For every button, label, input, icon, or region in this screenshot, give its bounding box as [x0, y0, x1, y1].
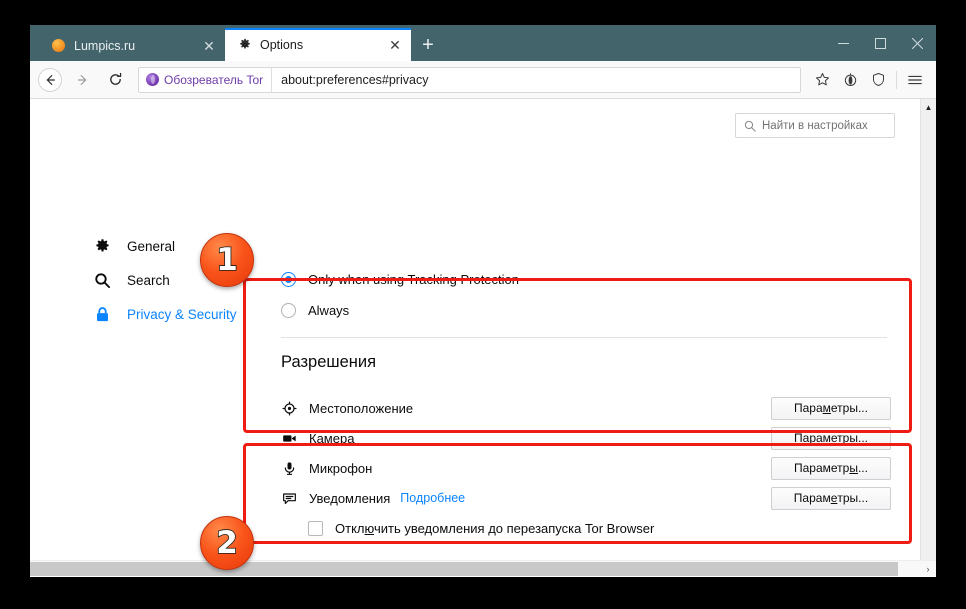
- notification-icon: [281, 490, 297, 506]
- screen-background: Lumpics.ru ✕ Options ✕ + Обозреватель To…: [0, 0, 966, 609]
- radio-label: Only when using Tracking Protection: [308, 272, 519, 287]
- notifications-learn-more-link[interactable]: Подробнее: [400, 491, 465, 505]
- window-controls: [825, 25, 936, 61]
- back-button-icon[interactable]: [38, 67, 62, 92]
- btn-text-post: раметры...: [809, 431, 868, 445]
- tab-options[interactable]: Options ✕: [225, 28, 411, 61]
- tab-strip: Lumpics.ru ✕ Options ✕ +: [30, 25, 445, 61]
- radio-button[interactable]: [281, 272, 296, 287]
- content-viewport: Найти в настройках General Search Privac…: [30, 99, 936, 576]
- annotation-badge-2: 2: [200, 516, 254, 570]
- microphone-icon: [281, 460, 297, 476]
- btn-accesskey: а: [802, 431, 810, 445]
- toolbar-icons: [809, 66, 928, 94]
- shield-icon[interactable]: [865, 66, 892, 94]
- magnifier-icon: [93, 271, 112, 290]
- lock-icon: [93, 305, 112, 324]
- checkbox-label: Отключить уведомления до перезапуска Tor…: [335, 521, 654, 536]
- btn-text-pre: Пара: [794, 401, 823, 415]
- btn-text-post: етры...: [830, 401, 868, 415]
- scroll-up-arrow-icon[interactable]: ▲: [921, 99, 936, 115]
- camera-settings-button[interactable]: Па раметры...: [771, 426, 891, 450]
- location-icon: [281, 400, 297, 416]
- cb-text-post: чить уведомления до перезапуска Tor Brow…: [373, 521, 655, 536]
- toolbar-divider: [896, 70, 897, 89]
- permission-label: Камера: [309, 430, 355, 446]
- section-divider: [281, 337, 887, 338]
- gear-icon: [237, 37, 252, 52]
- onion-icon: [146, 73, 159, 86]
- reload-button-icon[interactable]: [100, 66, 130, 94]
- badge-number: 2: [215, 524, 238, 561]
- permission-row-notifications: Уведомления Подробнее Парам е тры...: [252, 483, 920, 513]
- radio-option-tracking-protection[interactable]: Only when using Tracking Protection: [252, 264, 920, 295]
- minimize-icon[interactable]: [825, 25, 862, 61]
- checkbox-row-suppress-notifications[interactable]: Отключить уведомления до перезапуска Tor…: [252, 513, 920, 544]
- checkbox[interactable]: [308, 521, 323, 536]
- url-text: about:preferences#privacy: [281, 72, 429, 87]
- close-icon[interactable]: ✕: [387, 37, 403, 53]
- preferences-main-pane: Only when using Tracking Protection Alwa…: [252, 99, 920, 576]
- btn-accesskey: е: [830, 491, 838, 505]
- annotation-badge-1: 1: [200, 233, 254, 287]
- location-settings-button[interactable]: Пара м етры...: [771, 396, 891, 420]
- preferences-page: Найти в настройках General Search Privac…: [30, 99, 920, 560]
- sidebar-item-label: Privacy & Security: [127, 306, 237, 322]
- new-tab-button[interactable]: +: [411, 30, 445, 61]
- tab-title: Lumpics.ru: [74, 38, 136, 53]
- radio-label: Always: [308, 303, 350, 318]
- maximize-icon[interactable]: [862, 25, 899, 61]
- tab-title: Options: [260, 37, 304, 52]
- permissions-section-title: Разрешения: [281, 353, 377, 371]
- sidebar-item-label: General: [127, 238, 176, 254]
- hamburger-menu-icon[interactable]: [901, 66, 928, 94]
- onion-icon[interactable]: [837, 66, 864, 94]
- permission-label: Уведомления: [309, 490, 391, 506]
- btn-text-pre: Парам: [793, 491, 831, 505]
- site-identity-badge[interactable]: Обозреватель Tor: [139, 67, 273, 92]
- gear-icon: [93, 237, 112, 256]
- horizontal-scrollbar[interactable]: ›: [30, 560, 936, 576]
- cb-text-pre: Откл: [335, 521, 365, 536]
- cb-accesskey: ю: [364, 521, 374, 536]
- close-icon[interactable]: [899, 25, 936, 61]
- permission-row-camera: Камера Па раметры...: [252, 423, 920, 453]
- address-bar[interactable]: Обозреватель Tor about:preferences#priva…: [138, 66, 801, 93]
- radio-option-always[interactable]: Always: [252, 295, 920, 326]
- sidebar-item-privacy-security[interactable]: Privacy & Security: [70, 297, 245, 331]
- camera-icon: [281, 430, 297, 446]
- title-bar: Lumpics.ru ✕ Options ✕ +: [30, 25, 936, 61]
- tab-lumpics[interactable]: Lumpics.ru ✕: [39, 30, 225, 61]
- browser-window: Lumpics.ru ✕ Options ✕ + Обозреватель To…: [30, 25, 936, 577]
- vertical-scrollbar[interactable]: ▲: [920, 99, 936, 560]
- btn-text-pre: Параметр: [794, 461, 850, 475]
- horizontal-scroll-thumb[interactable]: [30, 562, 898, 576]
- scroll-right-arrow-icon[interactable]: ›: [920, 561, 936, 576]
- permission-label: Местоположение: [309, 400, 414, 416]
- permission-row-microphone: Микрофон Параметр ы...: [252, 453, 920, 483]
- btn-accesskey: м: [822, 401, 831, 415]
- permission-label: Микрофон: [309, 460, 373, 476]
- btn-text-post: тры...: [837, 491, 869, 505]
- notifications-settings-button[interactable]: Парам е тры...: [771, 486, 891, 510]
- btn-text-pre: П: [794, 431, 803, 445]
- close-icon[interactable]: ✕: [201, 38, 217, 54]
- sidebar-item-label: Search: [127, 272, 170, 288]
- microphone-settings-button[interactable]: Параметр ы...: [771, 456, 891, 480]
- navigation-toolbar: Обозреватель Tor about:preferences#priva…: [30, 61, 936, 99]
- btn-accesskey: ы: [849, 461, 858, 475]
- star-icon[interactable]: [809, 66, 836, 94]
- badge-number: 1: [215, 241, 238, 278]
- radio-button[interactable]: [281, 303, 296, 318]
- btn-text-post: ...: [857, 461, 868, 475]
- permission-row-location: Местоположение Пара м етры...: [252, 393, 920, 423]
- forward-button-icon[interactable]: [68, 66, 98, 94]
- identity-label: Обозреватель Tor: [164, 72, 264, 87]
- orange-circle-favicon-icon: [51, 38, 66, 53]
